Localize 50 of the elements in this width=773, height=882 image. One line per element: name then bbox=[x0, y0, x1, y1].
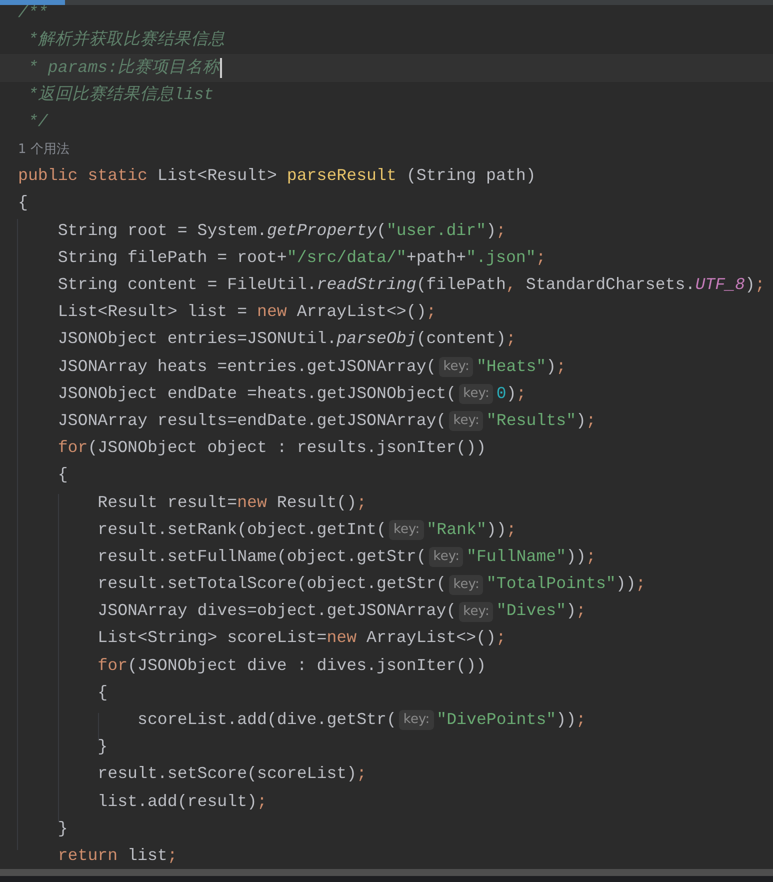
code-text: { bbox=[96, 682, 108, 704]
code-text: "Heats"); bbox=[476, 356, 566, 378]
code-text: result.setTotalScore(object.getStr( bbox=[96, 573, 446, 596]
code-text: * params:比赛项目名称 bbox=[26, 56, 220, 79]
parameter-hint: key: bbox=[459, 602, 494, 622]
code-text: /** bbox=[18, 2, 48, 24]
code-text: } bbox=[56, 818, 68, 840]
code-text: for(JSONObject object : results.jsonIter()) bbox=[56, 437, 486, 460]
code-text: List<String> scoreList=new ArrayList<>(); bbox=[96, 627, 506, 650]
code-text: list.add(result); bbox=[96, 790, 267, 813]
horizontal-scrollbar[interactable] bbox=[0, 869, 773, 876]
parameter-hint: key: bbox=[389, 520, 424, 540]
parameter-hint: key: bbox=[449, 411, 484, 432]
parameter-hint: key: bbox=[399, 710, 434, 730]
code-text: JSONArray heats =entries.getJSONArray( bbox=[56, 356, 436, 378]
code-text: result.setScore(scoreList); bbox=[96, 763, 367, 786]
code-text: *返回比赛结果信息list bbox=[26, 84, 214, 106]
code-text: result.setRank(object.getInt( bbox=[96, 518, 386, 541]
code-text: JSONArray results=endDate.getJSONArray( bbox=[56, 410, 446, 432]
code-text: String root = System.getProperty("user.dir"); bbox=[56, 220, 506, 242]
parameter-hint: key: bbox=[459, 384, 494, 404]
code-text: JSONArray dives=object.getJSONArray( bbox=[96, 600, 456, 622]
code-text: return list; bbox=[56, 844, 178, 867]
code-text: JSONObject entries=JSONUtil.parseObj(content); bbox=[56, 328, 516, 350]
code-text: public static List<Result> parseResult (String path) bbox=[18, 165, 536, 188]
code-text: String content = FileUtil.readString(filePath, StandardCharsets.UTF_8); bbox=[56, 274, 765, 296]
code-text: scoreList.add(dive.getStr( bbox=[136, 709, 396, 732]
code-text: for(JSONObject dive : dives.jsonIter()) bbox=[96, 654, 486, 677]
code-text: result.setFullName(object.getStr( bbox=[96, 546, 426, 568]
parameter-hint: key: bbox=[429, 547, 464, 568]
code-text: "DivePoints")); bbox=[436, 709, 586, 732]
code-text: } bbox=[96, 736, 108, 758]
parameter-hint: key: bbox=[439, 357, 474, 378]
code-text: "Dives"); bbox=[496, 600, 586, 622]
code-text: *解析并获取比赛结果信息 bbox=[26, 29, 225, 52]
usage-count[interactable]: 1 个用法 bbox=[18, 140, 70, 160]
code-text: JSONObject endDate =heats.getJSONObject( bbox=[56, 382, 456, 405]
code-text: "Results"); bbox=[486, 410, 596, 432]
code-text: "FullName")); bbox=[466, 546, 596, 568]
code-text: "Rank")); bbox=[426, 518, 516, 541]
parameter-hint: key: bbox=[449, 574, 484, 595]
text-caret bbox=[220, 58, 222, 78]
code-text: Result result=new Result(); bbox=[96, 492, 367, 514]
code-text: "TotalPoints")); bbox=[486, 573, 646, 596]
code-text: String filePath = root+"/src/data/"+path+".json"; bbox=[56, 246, 546, 269]
code-text: List<Result> list = new ArrayList<>(); bbox=[56, 301, 436, 324]
code-text: { bbox=[18, 192, 28, 214]
code-text: { bbox=[56, 464, 68, 486]
code-text: 0); bbox=[496, 382, 526, 405]
code-text: */ bbox=[26, 110, 48, 133]
